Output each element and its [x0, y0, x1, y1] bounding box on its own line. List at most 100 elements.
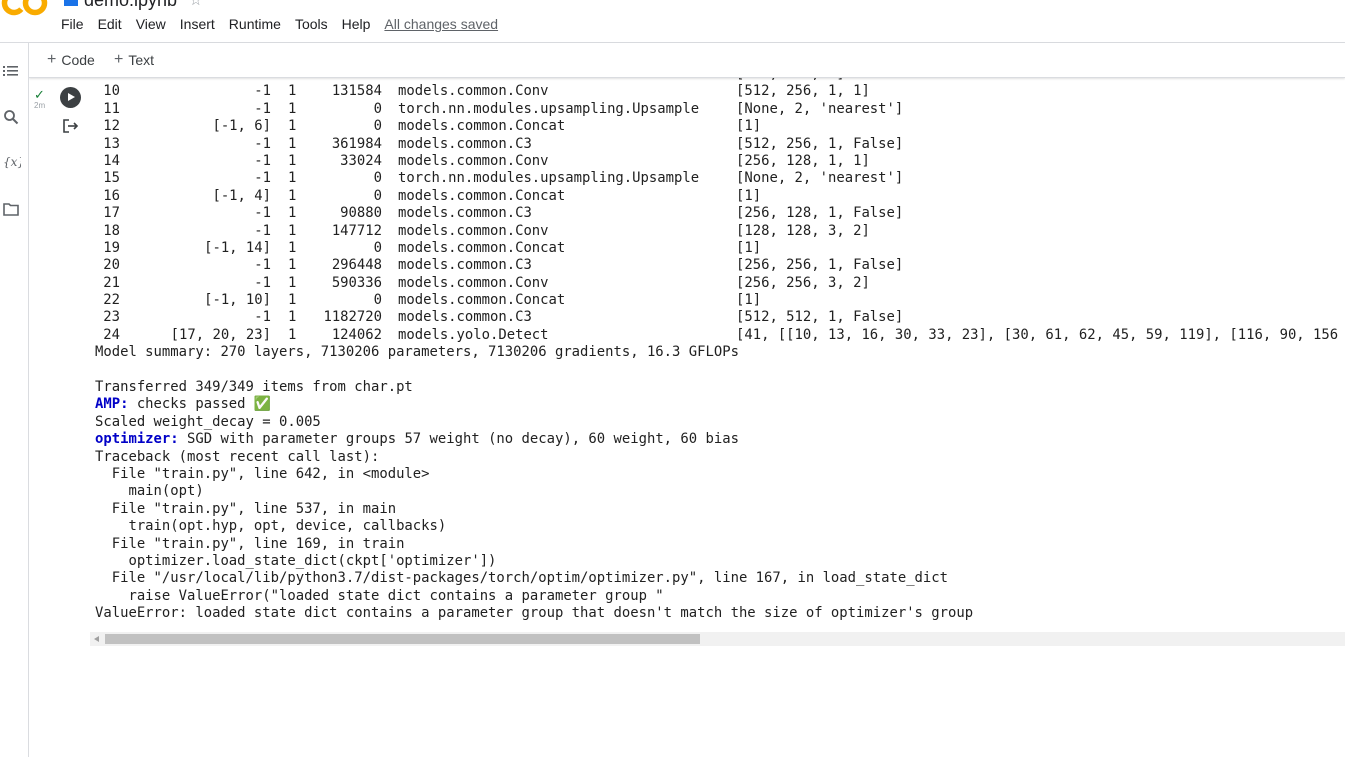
plus-icon: + [114, 51, 124, 68]
table-row: 10 -1 1 131584 models.common.Conv [512, … [95, 83, 973, 100]
layer-index: 15 [103, 170, 120, 187]
layer-from: [17, 20, 23] [170, 326, 271, 343]
layer-index: 24 [103, 326, 120, 343]
search-icon[interactable] [3, 109, 19, 125]
layer-n: 1 [288, 274, 297, 291]
layer-params: 361984 [331, 135, 382, 152]
layer-args: [256, 256, 3, 2] [736, 274, 870, 291]
layer-index: 16 [103, 187, 120, 204]
layer-from: -1 [254, 222, 271, 239]
menu-bar: File Edit View Insert Runtime Tools Help… [61, 16, 498, 32]
menu-tools[interactable]: Tools [295, 16, 328, 32]
layer-args: [1] [736, 239, 762, 256]
layer-module: models.common.Concat [398, 187, 566, 204]
layer-n: 1 [288, 118, 297, 135]
layer-module: models.common.C3 [398, 205, 532, 222]
traceback-line: Traceback (most recent call last): [95, 448, 380, 465]
scrollbar-thumb[interactable] [105, 634, 700, 644]
add-code-button[interactable]: + Code [47, 51, 95, 69]
add-text-label: Text [128, 52, 155, 68]
output-horizontal-scrollbar[interactable] [90, 632, 1345, 646]
layer-args: [512, 256, 1, False] [736, 135, 904, 152]
layer-from: -1 [254, 309, 271, 326]
menu-insert[interactable]: Insert [180, 16, 215, 32]
layer-params: 1182720 [323, 309, 382, 326]
layer-params: 131584 [331, 83, 382, 100]
table-row: 17 -1 1 90880 models.common.C3 [256, 128… [95, 205, 973, 222]
layer-args: [128, 128, 3, 2] [736, 222, 870, 239]
layer-args: [1] [736, 292, 762, 309]
optimizer-text: SGD with parameter groups 57 weight (no … [178, 431, 739, 448]
layer-index: 17 [103, 205, 120, 222]
layer-module: models.common.Conv [398, 222, 549, 239]
run-cell-button[interactable] [60, 87, 81, 108]
layer-module: models.common.Conv [398, 152, 549, 169]
table-row: 15 -1 1 0 torch.nn.modules.upsampling.Up… [95, 170, 973, 187]
layer-n: 1 [288, 257, 297, 274]
layer-module: torch.nn.modules.upsampling.Upsample [398, 100, 700, 117]
layer-n: 1 [288, 309, 297, 326]
notebook-toolbar: + Code + Text [29, 43, 1345, 78]
table-row: 16 [-1, 4] 1 0 models.common.Concat [1] [95, 188, 973, 205]
layer-module: models.common.Conv [398, 83, 549, 100]
layer-args: [256, 128, 1, False] [736, 205, 904, 222]
layer-index: 23 [103, 309, 120, 326]
layer-n: 1 [288, 152, 297, 169]
layer-module: models.common.C3 [398, 309, 532, 326]
layer-args: [1] [736, 187, 762, 204]
layer-n: 1 [288, 100, 297, 117]
folder-icon[interactable] [3, 201, 19, 217]
cell-output: 9 -1 1 656896 models.common.SPPF [512, 5… [95, 66, 1345, 632]
layer-from: -1 [254, 135, 271, 152]
model-summary: Model summary: 270 layers, 7130206 param… [95, 344, 739, 361]
transfer-message: Transferred 349/349 items from char.pt [95, 379, 413, 396]
layer-params: 124062 [331, 326, 382, 343]
menu-help[interactable]: Help [342, 16, 371, 32]
table-row: 20 -1 1 296448 models.common.C3 [256, 25… [95, 257, 973, 274]
layer-from: -1 [254, 152, 271, 169]
layer-module: models.yolo.Detect [398, 326, 549, 343]
layer-params: 0 [373, 170, 382, 187]
menu-edit[interactable]: Edit [98, 16, 122, 32]
drive-icon [64, 0, 78, 6]
toc-icon[interactable] [3, 63, 19, 79]
table-row: 18 -1 1 147712 models.common.Conv [128, … [95, 223, 973, 240]
layer-from: [-1, 10] [204, 292, 271, 309]
table-row: 23 -1 1 1182720 models.common.C3 [512, 5… [95, 309, 973, 326]
layer-params: 90880 [340, 205, 382, 222]
layer-index: 19 [103, 239, 120, 256]
notebook-title[interactable]: demo.ipynb [84, 0, 177, 11]
layer-index: 14 [103, 152, 120, 169]
layer-params: 590336 [331, 274, 382, 291]
layer-args: [512, 256, 1, 1] [736, 83, 870, 100]
layer-index: 10 [103, 83, 120, 100]
table-row: 22 [-1, 10] 1 0 models.common.Concat [1] [95, 292, 973, 309]
model-layer-table: 9 -1 1 656896 models.common.SPPF [512, 5… [95, 66, 1338, 623]
add-text-button[interactable]: + Text [114, 51, 154, 69]
table-row: 19 [-1, 14] 1 0 models.common.Concat [1] [95, 240, 973, 257]
menu-runtime[interactable]: Runtime [229, 16, 281, 32]
layer-params: 0 [373, 118, 382, 135]
traceback-line: File "/usr/local/lib/python3.7/dist-pack… [95, 570, 949, 587]
scroll-left-arrow-icon[interactable] [94, 636, 99, 642]
menu-file[interactable]: File [61, 16, 84, 32]
variables-icon[interactable]: {x} [3, 154, 21, 170]
layer-from: [-1, 4] [212, 187, 271, 204]
elapsed-time: 2m [34, 101, 46, 110]
layer-args: [256, 128, 1, 1] [736, 152, 870, 169]
layer-n: 1 [288, 222, 297, 239]
layer-n: 1 [288, 292, 297, 309]
layer-module: models.common.Concat [398, 239, 566, 256]
traceback-line: File "train.py", line 642, in <module> [95, 465, 430, 482]
layer-n: 1 [288, 170, 297, 187]
left-sidebar: {x} [0, 43, 29, 757]
star-icon[interactable]: ☆ [189, 0, 202, 9]
layer-from: [-1, 6] [212, 118, 271, 135]
layer-params: 0 [373, 100, 382, 117]
output-actions-icon[interactable] [62, 118, 80, 134]
save-status-link[interactable]: All changes saved [384, 16, 498, 32]
layer-params: 147712 [331, 222, 382, 239]
traceback-line: File "train.py", line 169, in train [95, 535, 405, 552]
menu-view[interactable]: View [136, 16, 166, 32]
colab-logo[interactable] [0, 0, 52, 20]
